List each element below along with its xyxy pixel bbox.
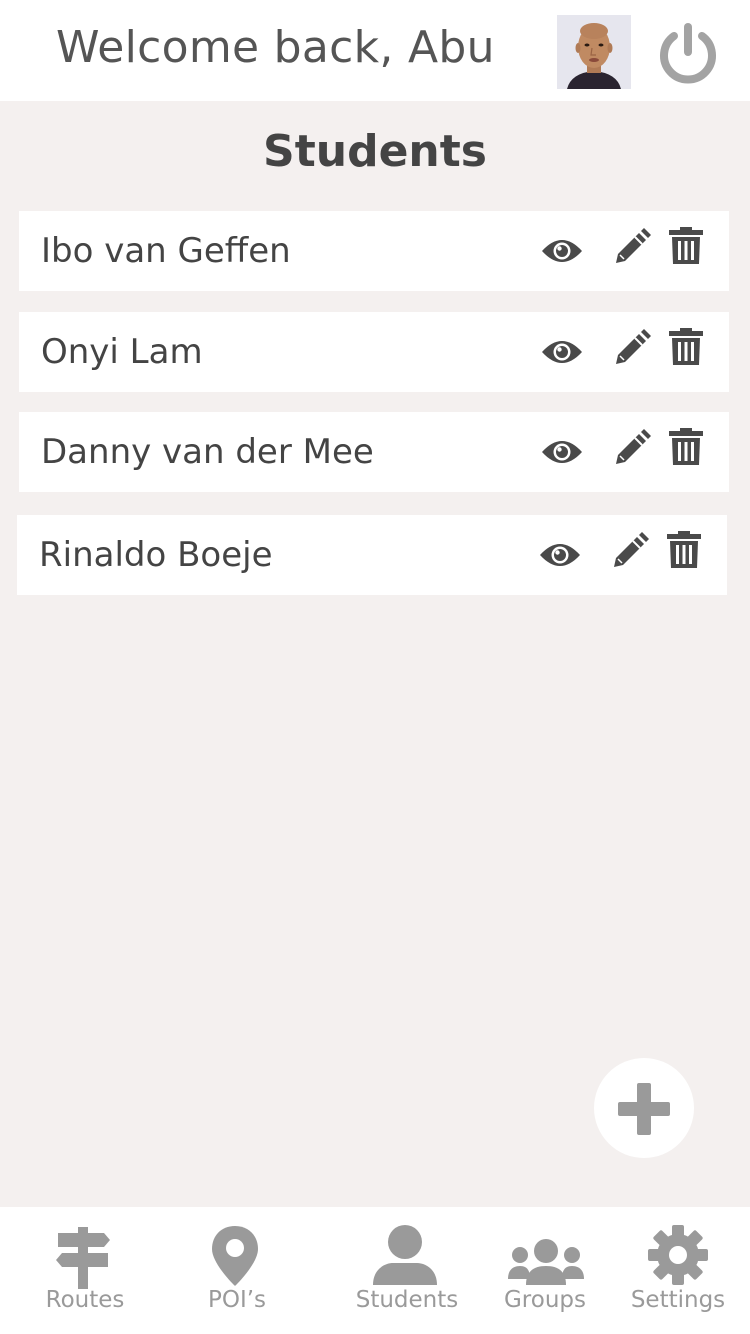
users-group-icon <box>508 1239 584 1285</box>
bottom-nav: Routes POI’s Students Groups Settings <box>0 1207 750 1334</box>
trash-icon[interactable] <box>667 531 701 569</box>
list-item: Ibo van Geffen <box>19 211 729 291</box>
signpost-icon <box>56 1227 110 1289</box>
list-item: Rinaldo Boeje <box>17 515 727 595</box>
power-icon[interactable] <box>655 22 721 86</box>
nav-label: Routes <box>45 1287 125 1313</box>
nav-label: Students <box>355 1287 459 1313</box>
trash-icon[interactable] <box>669 328 703 366</box>
nav-item-settings[interactable]: Settings <box>598 1207 750 1334</box>
student-name: Danny van der Mee <box>41 432 374 472</box>
student-name: Onyi Lam <box>41 332 203 372</box>
nav-item-routes[interactable]: Routes <box>5 1207 165 1334</box>
list-item: Onyi Lam <box>19 312 729 392</box>
list-item: Danny van der Mee <box>19 412 729 492</box>
welcome-message: Welcome back, Abu <box>56 22 495 73</box>
page-title: Students <box>263 126 487 177</box>
plus-icon <box>618 1083 670 1135</box>
app-header: Welcome back, Abu <box>0 0 750 101</box>
eye-icon[interactable] <box>540 336 584 368</box>
trash-icon[interactable] <box>669 227 703 265</box>
avatar[interactable] <box>557 15 631 89</box>
user-icon <box>373 1225 437 1285</box>
eye-icon[interactable] <box>540 235 584 267</box>
pencil-icon[interactable] <box>613 429 651 467</box>
trash-icon[interactable] <box>669 428 703 466</box>
nav-item-pois[interactable]: POI’s <box>157 1207 317 1334</box>
gear-icon <box>648 1225 708 1285</box>
nav-item-students[interactable]: Students <box>327 1207 487 1334</box>
nav-label: Settings <box>630 1287 726 1313</box>
student-name: Ibo van Geffen <box>41 231 291 271</box>
pencil-icon[interactable] <box>611 532 649 570</box>
pencil-icon[interactable] <box>613 329 651 367</box>
eye-icon[interactable] <box>540 436 584 468</box>
add-student-button[interactable] <box>594 1058 694 1158</box>
pencil-icon[interactable] <box>613 228 651 266</box>
student-name: Rinaldo Boeje <box>39 535 273 575</box>
map-pin-icon <box>212 1226 258 1286</box>
nav-label: POI’s <box>207 1287 267 1313</box>
eye-icon[interactable] <box>538 539 582 571</box>
